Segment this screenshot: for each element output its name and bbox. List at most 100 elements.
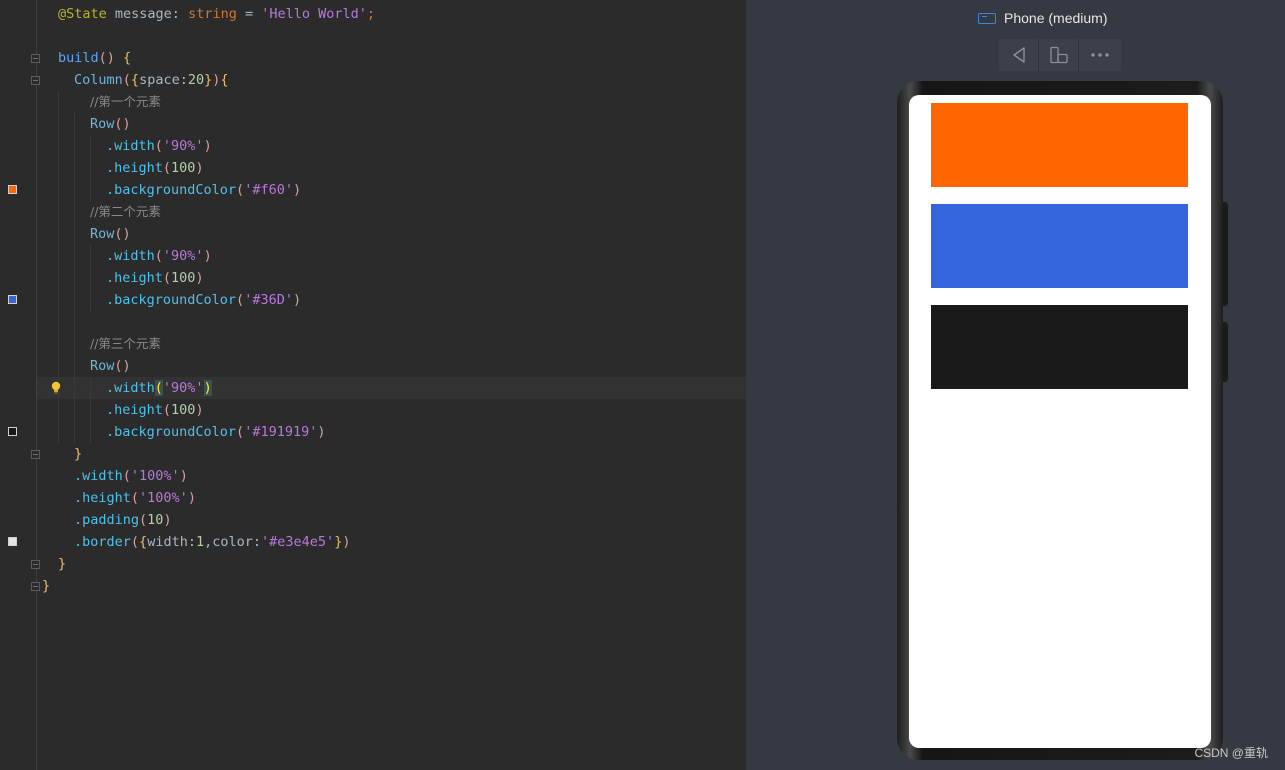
code-token: .backgroundColor bbox=[106, 182, 237, 198]
watermark: CSDN @重轨 bbox=[1194, 746, 1268, 760]
code-token: ( bbox=[139, 512, 148, 528]
code-line[interactable]: } bbox=[74, 443, 82, 465]
code-line[interactable]: build() { bbox=[58, 47, 131, 69]
more-button[interactable] bbox=[1079, 39, 1121, 71]
code-token: '90%' bbox=[162, 380, 204, 396]
code-token: '100%' bbox=[130, 468, 180, 484]
previewer-panel: Phone (medium) CSDN @重轨 bbox=[746, 0, 1285, 770]
code-token: 100 bbox=[171, 402, 196, 418]
code-token: Column bbox=[74, 72, 123, 88]
code-token: () bbox=[98, 50, 124, 66]
code-token: : bbox=[187, 534, 196, 550]
fold-marker[interactable] bbox=[31, 54, 40, 63]
code-line[interactable]: Row() bbox=[90, 113, 131, 135]
code-token: } bbox=[58, 556, 67, 572]
code-token: ( bbox=[236, 182, 245, 198]
code-line[interactable]: } bbox=[58, 553, 66, 575]
code-token: 1 bbox=[195, 534, 205, 550]
code-token: '90%' bbox=[162, 138, 204, 154]
color-swatch[interactable] bbox=[8, 537, 17, 546]
code-line[interactable]: .width('100%') bbox=[74, 465, 188, 487]
device-icon bbox=[978, 12, 996, 24]
code-token: ) bbox=[195, 270, 204, 286]
phone-screen bbox=[909, 95, 1211, 748]
code-token: ( bbox=[162, 270, 172, 286]
code-editor[interactable]: @State message: string = 'Hello World'; b… bbox=[0, 0, 746, 770]
code-token: : bbox=[179, 72, 188, 88]
indent-guide bbox=[90, 245, 91, 311]
fold-marker[interactable] bbox=[31, 76, 40, 85]
fold-marker[interactable] bbox=[31, 582, 40, 591]
code-line[interactable]: Row() bbox=[90, 355, 131, 377]
code-token: () bbox=[114, 358, 131, 374]
code-token: ( bbox=[122, 72, 131, 88]
code-line[interactable]: @State message: string = 'Hello World'; bbox=[58, 3, 375, 25]
code-line[interactable]: .width('90%') bbox=[106, 245, 212, 267]
code-token: ) bbox=[179, 468, 188, 484]
rotate-button[interactable] bbox=[1039, 39, 1079, 71]
code-line[interactable]: .height(100) bbox=[106, 399, 204, 421]
code-token: : bbox=[252, 534, 262, 550]
code-token: ( bbox=[130, 490, 140, 506]
phone-side-button bbox=[1222, 202, 1228, 306]
code-line[interactable]: .width('90%') bbox=[106, 377, 212, 399]
code-line[interactable]: Row() bbox=[90, 223, 131, 245]
rotate-icon bbox=[1049, 46, 1068, 64]
fold-marker[interactable] bbox=[31, 560, 40, 569]
color-swatch[interactable] bbox=[8, 427, 17, 436]
code-line[interactable]: .backgroundColor('#191919') bbox=[106, 421, 325, 443]
code-token: { bbox=[130, 72, 140, 88]
lightbulb-icon[interactable] bbox=[51, 381, 61, 394]
code-token: } bbox=[74, 446, 83, 462]
previewer-toolbar bbox=[999, 39, 1121, 71]
code-token: ) bbox=[292, 292, 302, 308]
code-token: ( bbox=[130, 534, 140, 550]
indent-guide bbox=[74, 113, 75, 443]
back-button[interactable] bbox=[999, 39, 1039, 71]
code-line[interactable]: //第三个元素 bbox=[90, 333, 161, 355]
code-token: () bbox=[114, 226, 131, 242]
code-line[interactable]: //第二个元素 bbox=[90, 201, 161, 223]
code-token: { bbox=[220, 72, 229, 88]
color-swatch[interactable] bbox=[8, 185, 17, 194]
code-line[interactable]: .padding(10) bbox=[74, 509, 172, 531]
code-token: .width bbox=[106, 380, 155, 396]
code-token: Row bbox=[90, 226, 115, 242]
code-line[interactable]: Column({space:20}){ bbox=[74, 69, 229, 91]
code-token: .border bbox=[74, 534, 131, 550]
code-token: ( bbox=[154, 138, 163, 154]
code-line[interactable]: .height(100) bbox=[106, 267, 204, 289]
code-token: ( bbox=[162, 402, 172, 418]
code-token: .width bbox=[74, 468, 123, 484]
code-line[interactable]: .backgroundColor('#f60') bbox=[106, 179, 301, 201]
code-token: ( bbox=[236, 424, 245, 440]
color-swatch[interactable] bbox=[8, 295, 17, 304]
code-line[interactable]: .width('90%') bbox=[106, 135, 212, 157]
code-token: '90%' bbox=[162, 248, 204, 264]
code-token: string bbox=[188, 6, 237, 22]
code-token: build bbox=[58, 50, 99, 66]
code-token: width bbox=[147, 534, 188, 550]
code-token: ; bbox=[366, 6, 376, 22]
code-token: ) bbox=[187, 490, 196, 506]
code-token: Row bbox=[90, 116, 115, 132]
code-token: color bbox=[212, 534, 253, 550]
code-token: .height bbox=[74, 490, 131, 506]
fold-marker[interactable] bbox=[31, 450, 40, 459]
code-line[interactable]: .backgroundColor('#36D') bbox=[106, 289, 301, 311]
code-token: Row bbox=[90, 358, 115, 374]
code-line[interactable]: .border({width:1,color:'#e3e4e5'}) bbox=[74, 531, 350, 553]
code-token: //第一个元素 bbox=[90, 94, 161, 109]
indent-guide bbox=[90, 377, 91, 443]
code-line[interactable]: .height(100) bbox=[106, 157, 204, 179]
code-token: .width bbox=[106, 138, 155, 154]
more-icon bbox=[1091, 53, 1109, 57]
row-2 bbox=[931, 204, 1188, 288]
code-line[interactable]: } bbox=[42, 575, 50, 597]
device-title[interactable]: Phone (medium) bbox=[978, 8, 1108, 28]
code-token: '100%' bbox=[139, 490, 188, 506]
code-line[interactable]: .height('100%') bbox=[74, 487, 196, 509]
code-token: = bbox=[236, 6, 262, 22]
code-token: ) bbox=[292, 182, 302, 198]
code-line[interactable]: //第一个元素 bbox=[90, 91, 161, 113]
